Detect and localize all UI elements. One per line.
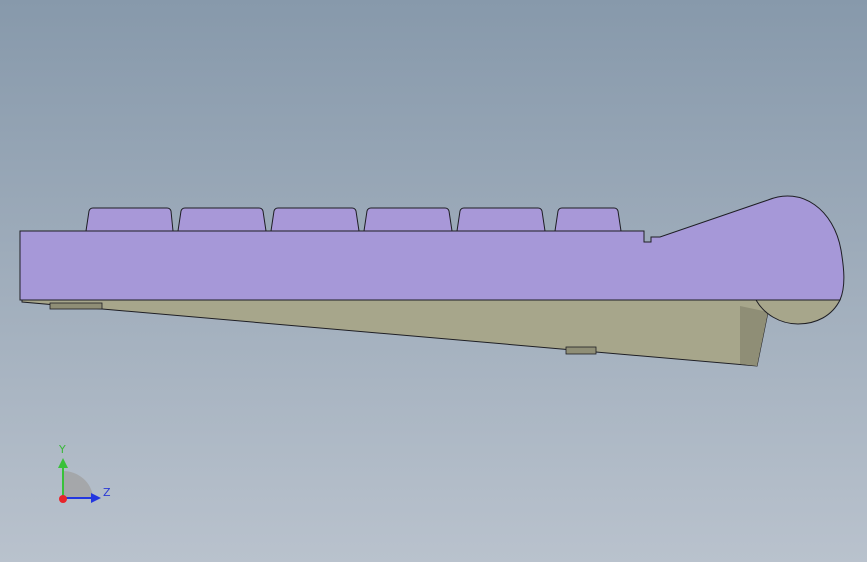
x-axis-origin-icon — [59, 495, 67, 503]
z-axis-label: Z — [103, 486, 111, 499]
triad-graphic — [58, 458, 101, 503]
y-axis-arrow-icon — [58, 458, 68, 468]
keycap[interactable] — [456, 207, 546, 232]
front-foot — [49, 302, 103, 310]
keycap[interactable] — [270, 207, 360, 232]
keycap[interactable] — [177, 207, 267, 232]
keycap[interactable] — [85, 207, 174, 232]
keycap-row — [85, 207, 622, 232]
keycap[interactable] — [554, 207, 622, 232]
keyboard-side-view[interactable] — [0, 0, 867, 562]
cad-graphics-viewport[interactable]: Y Z — [0, 0, 867, 562]
keycap[interactable] — [363, 207, 453, 232]
z-axis-arrow-icon — [91, 493, 101, 503]
y-axis-label: Y — [59, 443, 66, 456]
triad-plane — [63, 471, 93, 498]
axis-triad[interactable]: Y Z — [40, 438, 130, 518]
rear-foot — [565, 346, 597, 355]
